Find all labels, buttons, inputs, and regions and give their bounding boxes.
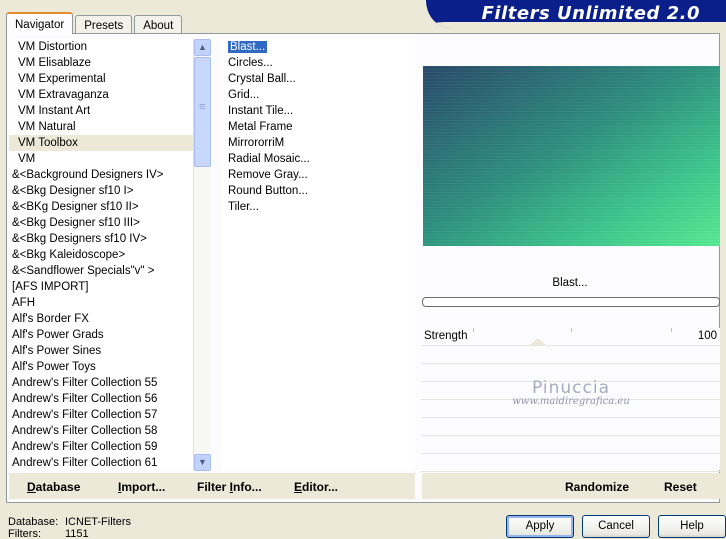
reset-button[interactable]: Reset <box>664 480 697 494</box>
tab-strip: Navigator Presets About <box>6 12 184 34</box>
category-item[interactable]: VM Distortion <box>9 39 193 55</box>
category-item[interactable]: &<Bkg Designers sf10 IV> <box>9 231 193 247</box>
slider-tick <box>473 328 474 332</box>
help-button[interactable]: Help <box>658 515 726 538</box>
category-item[interactable]: Andrew's Filter Collection 58 <box>9 423 193 439</box>
title-banner: Filters Unlimited 2.0 <box>426 0 726 28</box>
category-item[interactable]: &<Background Designers IV> <box>9 167 193 183</box>
editor-button[interactable]: Editor... <box>294 480 338 494</box>
filter-item[interactable]: Circles... <box>225 55 415 71</box>
slider-tick <box>571 328 572 332</box>
progress-bar <box>422 297 720 307</box>
filter-item[interactable]: Tiler... <box>225 199 415 215</box>
slider-thumb[interactable] <box>530 338 546 345</box>
scroll-up-icon[interactable]: ▲ <box>194 39 211 56</box>
filter-list[interactable]: Blast... Circles... Crystal Ball... Grid...… <box>222 39 415 471</box>
category-item[interactable]: VM Extravaganza <box>9 87 193 103</box>
category-item[interactable]: &<Sandflower Specials"v" > <box>9 263 193 279</box>
cancel-button[interactable]: Cancel <box>582 515 650 538</box>
category-item[interactable]: VM Instant Art <box>9 103 193 119</box>
empty-parameter-row <box>421 436 720 454</box>
category-item[interactable]: VM Experimental <box>9 71 193 87</box>
app-title: Filters Unlimited 2.0 <box>481 3 700 24</box>
filter-item[interactable]: Crystal Ball... <box>225 71 415 87</box>
preview-buttons-bar: Randomize Reset <box>422 473 720 499</box>
category-item[interactable]: Andrew's Filter Collection 61 <box>9 455 193 471</box>
randomize-button[interactable]: Randomize <box>565 480 629 494</box>
filter-item[interactable]: Radial Mosaic... <box>225 151 415 167</box>
empty-parameter-row <box>421 418 720 436</box>
category-item[interactable]: Alf's Border FX <box>9 311 193 327</box>
category-list[interactable]: VM Distortion VM Elisablaze VM Experimenta… <box>9 39 193 471</box>
filter-item[interactable]: Round Button... <box>225 183 415 199</box>
category-item[interactable]: VM Elisablaze <box>9 55 193 71</box>
parameter-value: 100 <box>697 330 717 342</box>
status-filters-count: Filters: 1151 <box>8 528 89 539</box>
category-item[interactable]: Andrew's Filter Collection 56 <box>9 391 193 407</box>
category-item[interactable]: VM <box>9 151 193 167</box>
filter-item[interactable]: Grid... <box>225 87 415 103</box>
category-item[interactable]: Alf's Power Sines <box>9 343 193 359</box>
watermark: Pinuccia www.maidiregrafica.eu <box>421 378 721 407</box>
filter-item[interactable]: Instant Tile... <box>225 103 415 119</box>
filter-item[interactable]: Remove Gray... <box>225 167 415 183</box>
category-item[interactable]: VM Natural <box>9 119 193 135</box>
category-item[interactable]: Alf's Power Toys <box>9 359 193 375</box>
parameter-label: Strength <box>424 330 468 342</box>
watermark-url: www.maidiregrafica.eu <box>512 396 630 407</box>
import-button[interactable]: Import... <box>118 480 165 494</box>
empty-parameter-row <box>421 346 720 364</box>
filter-item[interactable]: Metal Frame <box>225 119 415 135</box>
parameter-slider[interactable]: Strength 100 <box>421 328 720 346</box>
category-item[interactable]: Andrew's Filter Collection 59 <box>9 439 193 455</box>
category-item[interactable]: &<Bkg Designer sf10 III> <box>9 215 193 231</box>
category-item[interactable]: VM Toolbox <box>9 135 193 151</box>
scroll-thumb[interactable] <box>194 57 211 167</box>
category-item[interactable]: &<BKg Designer sf10 II> <box>9 199 193 215</box>
current-filter-name: Blast... <box>552 277 588 289</box>
filter-item[interactable]: Blast... <box>225 39 415 55</box>
apply-button[interactable]: Apply <box>506 515 574 538</box>
slider-tick <box>671 328 672 332</box>
filter-info-button[interactable]: Filter Info... <box>197 480 262 494</box>
tab-presets[interactable]: Presets <box>75 15 133 34</box>
category-item[interactable]: &<Bkg Kaleidoscope> <box>9 247 193 263</box>
database-button[interactable]: Database <box>27 480 80 494</box>
filter-preview-image <box>423 66 720 246</box>
category-item[interactable]: Andrew's Filter Collection 57 <box>9 407 193 423</box>
category-item[interactable]: Alf's Power Grads <box>9 327 193 343</box>
empty-parameter-row <box>421 454 720 472</box>
category-item[interactable]: [AFS IMPORT] <box>9 279 193 295</box>
category-scrollbar[interactable]: ▲ ▼ <box>193 39 211 471</box>
status-database: Database: ICNET-Filters <box>8 516 131 528</box>
filter-item[interactable]: MirrororriM <box>225 135 415 151</box>
tab-navigator[interactable]: Navigator <box>6 12 74 34</box>
navigator-buttons-bar: Database Import... Filter Info... Editor… <box>9 473 415 499</box>
tab-about[interactable]: About <box>134 15 183 34</box>
category-item[interactable]: Andrew's Filter Collection 55 <box>9 375 193 391</box>
watermark-name: Pinuccia <box>532 378 610 398</box>
category-item[interactable]: AFH <box>9 295 193 311</box>
scroll-down-icon[interactable]: ▼ <box>194 454 211 471</box>
category-item[interactable]: &<Bkg Designer sf10 I> <box>9 183 193 199</box>
